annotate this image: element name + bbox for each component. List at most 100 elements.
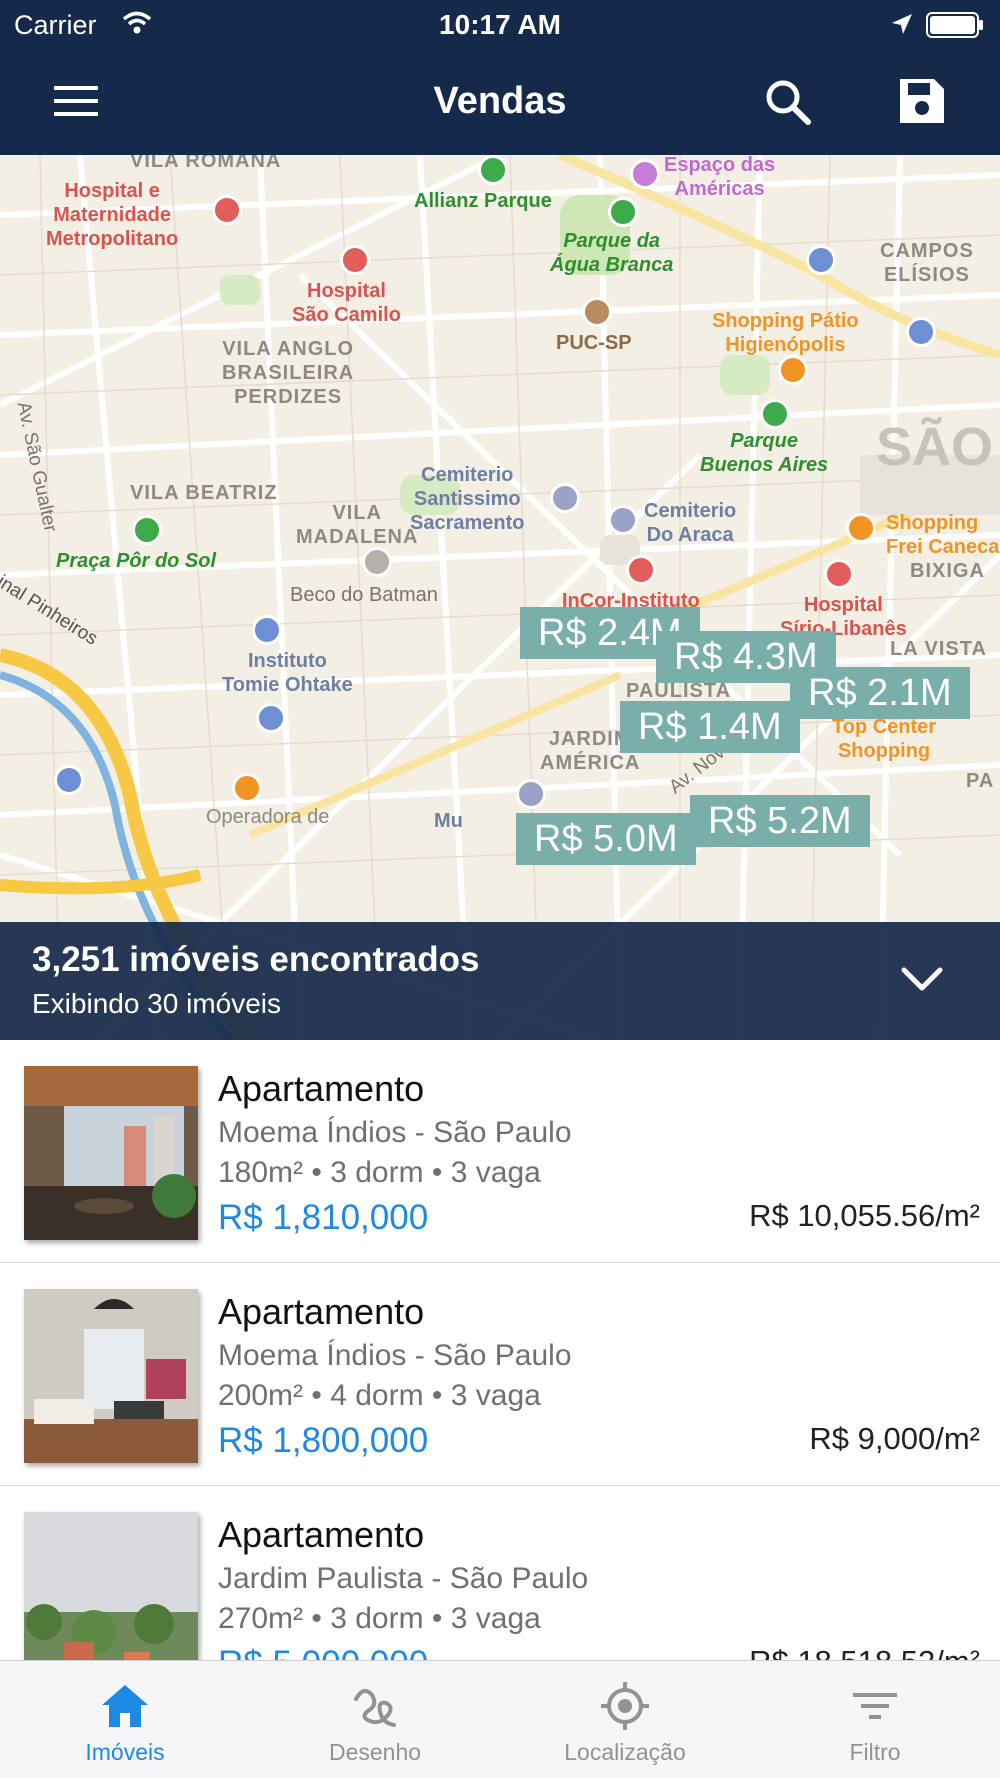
metro-pin-icon[interactable] — [54, 765, 84, 795]
map-label: SÃO — [876, 417, 994, 477]
listing-type: Apartamento — [218, 1291, 425, 1332]
listing-type: Apartamento — [218, 1514, 425, 1555]
tab-label: Desenho — [328, 1739, 422, 1765]
map-label: Cemiterio Do Araca — [644, 500, 737, 546]
map-label: Instituto Tomie Ohtake — [222, 650, 353, 696]
price-marker[interactable]: R$ 2.1M — [790, 667, 970, 719]
museum-pin-icon[interactable] — [516, 779, 546, 809]
chevron-down-icon[interactable] — [900, 964, 944, 994]
clock: 10:17 AM — [439, 9, 561, 40]
location-icon — [601, 1682, 649, 1730]
map-label: Hospital e Maternidade Metropolitano — [46, 180, 179, 250]
listing-list[interactable]: Apartamento Moema Índios - São Paulo 180… — [0, 1040, 1000, 1660]
status-bar: Carrier 10:17 AM — [0, 0, 1000, 50]
metro-pin-icon[interactable] — [256, 703, 286, 733]
results-summary-bar[interactable]: 3,251 imóveis encontrados Exibindo 30 im… — [0, 922, 1000, 1040]
map-label: Shopping Pátio Higienópolis — [712, 310, 859, 356]
map-label: Hospital São Camilo — [292, 280, 401, 326]
map-label: Cemiterio Santissimo Sacramento — [410, 464, 525, 534]
map-label: VILA ROMANA — [130, 155, 282, 172]
park-pin-icon[interactable] — [760, 399, 790, 429]
point-of-interest-icon[interactable] — [362, 547, 392, 577]
listing-price-per-m2: R$ 9,000/m² — [809, 1421, 980, 1456]
hospital-pin-icon[interactable] — [824, 559, 854, 589]
listing-price: R$ 1,810,000 — [218, 1198, 429, 1237]
map-label: Parque da Água Branca — [550, 230, 674, 276]
price-marker[interactable]: R$ 5.2M — [690, 795, 870, 847]
tab-localizacao[interactable]: Localização — [500, 1661, 750, 1778]
stadium-pin-icon[interactable] — [478, 155, 508, 185]
price-marker[interactable]: R$ 1.4M — [620, 701, 800, 753]
listing-address: Moema Índios - São Paulo — [218, 1339, 572, 1372]
draw-icon — [354, 1688, 396, 1727]
listing-price-per-m2: R$ 10,055.56/m² — [749, 1198, 980, 1233]
map-label: Praça Pôr do Sol — [56, 550, 217, 572]
shopping-pin-icon[interactable] — [846, 513, 876, 543]
listing-type: Apartamento — [218, 1068, 425, 1109]
museum-pin-icon[interactable] — [252, 615, 282, 645]
hospital-pin-icon[interactable] — [212, 195, 242, 225]
listing-specs: 180m² • 3 dorm • 3 vaga — [218, 1156, 541, 1189]
map-label: VILA MADALENA — [296, 502, 419, 548]
filter-icon — [853, 1693, 897, 1719]
search-icon[interactable] — [762, 76, 814, 128]
listing-photo[interactable] — [24, 1512, 198, 1660]
park-pin-icon[interactable] — [608, 197, 638, 227]
park-pin-icon[interactable] — [132, 515, 162, 545]
listing-item[interactable]: Apartamento Moema Índios - São Paulo 180… — [0, 1040, 1000, 1263]
map-view[interactable]: VILA ROMANA Hospital e Maternidade Metro… — [0, 155, 1000, 1040]
map-label: Parque Buenos Aires — [700, 430, 829, 476]
music-pin-icon[interactable] — [630, 159, 660, 189]
map-label: CAMPOS ELÍSIOS — [880, 240, 974, 286]
metro-pin-icon[interactable] — [806, 245, 836, 275]
metro-pin-icon[interactable] — [906, 317, 936, 347]
listing-address: Jardim Paulista - São Paulo — [218, 1562, 589, 1595]
tab-filtro[interactable]: Filtro — [750, 1661, 1000, 1778]
home-icon — [102, 1685, 148, 1727]
cemetery-pin-icon[interactable] — [550, 483, 580, 513]
map-label: VILA BEATRIZ — [130, 482, 278, 504]
shopping-pin-icon[interactable] — [232, 773, 262, 803]
map-label: Beco do Batman — [290, 584, 438, 606]
cemetery-pin-icon[interactable] — [608, 505, 638, 535]
results-showing: Exibindo 30 imóveis — [32, 988, 282, 1019]
map-label: BIXIGA — [910, 560, 985, 582]
listing-price: R$ 1,800,000 — [218, 1421, 429, 1460]
map-label: Operadora de — [206, 806, 330, 828]
listing-specs: 200m² • 4 dorm • 3 vaga — [218, 1379, 541, 1412]
map-label: Top Center Shopping — [832, 716, 937, 762]
map-label: Espaço das Américas — [664, 155, 776, 200]
results-count: 3,251 imóveis encontrados — [32, 940, 480, 979]
listing-photo[interactable] — [24, 1066, 198, 1240]
tab-imoveis[interactable]: Imóveis — [0, 1661, 250, 1778]
university-pin-icon[interactable] — [582, 297, 612, 327]
listing-item[interactable]: Apartamento Jardim Paulista - São Paulo … — [0, 1486, 1000, 1660]
listing-address: Moema Índios - São Paulo — [218, 1116, 572, 1149]
nav-bar: Vendas — [0, 50, 1000, 155]
save-icon[interactable] — [896, 75, 948, 127]
tab-label: Imóveis — [85, 1739, 165, 1765]
map-label: Mu — [434, 810, 463, 832]
listing-photo[interactable] — [24, 1289, 198, 1463]
page-title: Vendas — [433, 80, 567, 122]
map-label: Allianz Parque — [414, 190, 552, 212]
map-label: LA VISTA — [890, 638, 987, 660]
listing-price-per-m2: R$ 18,518.52/m² — [749, 1644, 980, 1660]
map-label: PUC-SP — [556, 332, 632, 354]
tab-bar: Imóveis Desenho Localização Filtro — [0, 1660, 1000, 1778]
hospital-pin-icon[interactable] — [626, 555, 656, 585]
listing-price: R$ 5,000,000 — [218, 1644, 428, 1660]
battery-icon — [926, 12, 983, 38]
tab-label: Filtro — [849, 1739, 901, 1765]
map-label: PA — [966, 770, 995, 792]
location-arrow-icon — [892, 14, 912, 34]
map-label: Shopping Frei Caneca — [886, 512, 1000, 558]
listing-specs: 270m² • 3 dorm • 3 vaga — [218, 1602, 541, 1635]
price-marker[interactable]: R$ 5.0M — [516, 813, 696, 865]
shopping-pin-icon[interactable] — [778, 355, 808, 385]
hospital-pin-icon[interactable] — [340, 245, 370, 275]
tab-desenho[interactable]: Desenho — [250, 1661, 500, 1778]
map-label: VILA ANGLO BRASILEIRA PERDIZES — [222, 338, 355, 408]
tab-label: Localização — [564, 1739, 686, 1765]
listing-item[interactable]: Apartamento Moema Índios - São Paulo 200… — [0, 1263, 1000, 1486]
